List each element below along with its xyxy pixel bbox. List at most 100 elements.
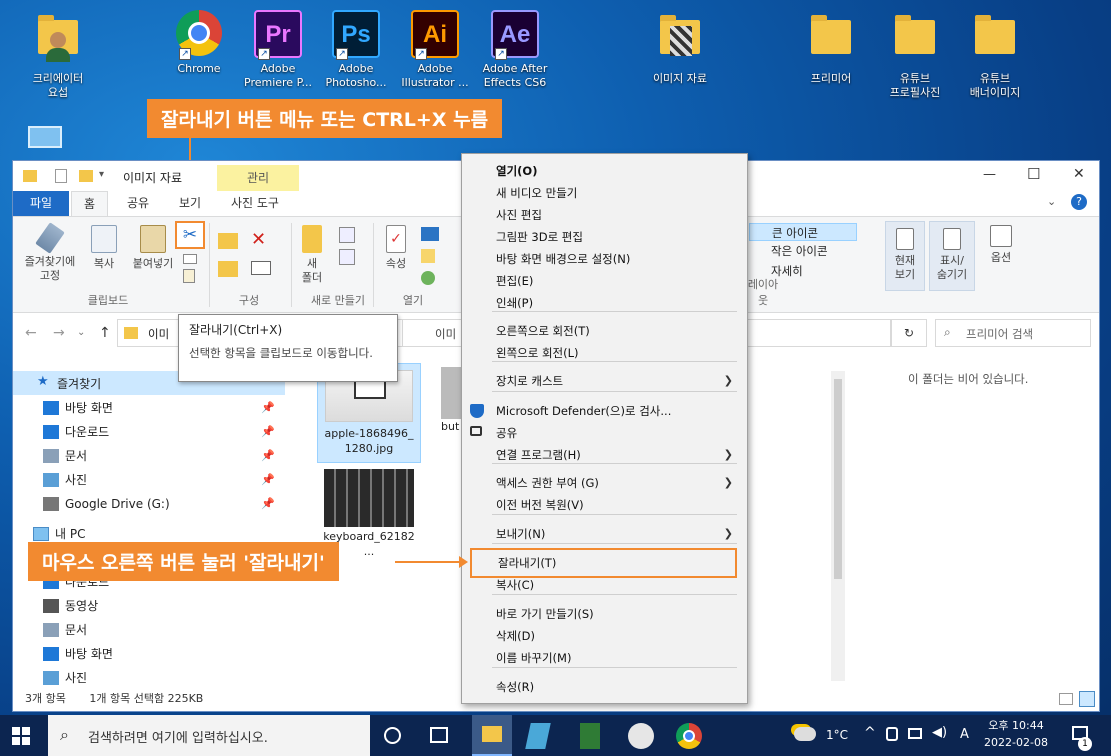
details-view-icon[interactable] [1059, 693, 1073, 705]
volume-icon[interactable]: ◀) [932, 725, 947, 740]
context-menu-item[interactable]: 인쇄(P) [496, 292, 733, 314]
context-menu-item[interactable]: 삭제(D) [496, 625, 733, 647]
weather-icon[interactable] [794, 727, 816, 741]
nav-item[interactable]: 사진 [43, 667, 283, 689]
context-menu-item[interactable]: 이전 버전 복원(V) [496, 494, 733, 516]
minimize-button[interactable]: — [983, 167, 996, 182]
desktop-icon-0[interactable]: 크리에이터 요섭 [18, 10, 98, 100]
nav-scrollbar[interactable] [277, 371, 285, 671]
pin-icon[interactable]: 📌 [261, 493, 275, 515]
pin-icon[interactable]: 📌 [261, 397, 275, 419]
nav-item[interactable]: 바탕 화면 [43, 643, 283, 665]
context-menu-item[interactable]: 왼쪽으로 회전(L) [496, 342, 733, 364]
nav-item[interactable]: 사진 📌 [43, 469, 283, 491]
context-menu-item[interactable]: 열기(O) [496, 160, 733, 182]
tab-home[interactable]: 홈 [71, 191, 109, 216]
context-menu-item[interactable]: 편집(E) [496, 270, 733, 292]
desktop-icon-6[interactable]: 이미지 자료 [640, 10, 720, 86]
desktop-icon-7[interactable]: 프리미어 [791, 10, 871, 86]
context-menu-item[interactable]: 바탕 화면 배경으로 설정(N) [496, 248, 733, 270]
start-button[interactable] [12, 727, 30, 745]
open-icon[interactable] [421, 227, 439, 241]
nav-item[interactable]: 문서 📌 [43, 445, 283, 467]
desktop-icon-4[interactable]: Ai ↗ Adobe Illustrator ... [395, 10, 475, 90]
new-folder-button[interactable]: 새 폴더 [295, 225, 329, 285]
large-icons-view-icon[interactable] [1079, 691, 1095, 707]
paint-taskbar-icon[interactable] [628, 723, 654, 749]
context-menu-item[interactable]: 새 비디오 만들기 [496, 182, 733, 204]
desktop-icon-2[interactable]: Pr ↗ Adobe Premiere P... [238, 10, 318, 90]
copy-path-icon[interactable] [183, 254, 197, 264]
search-box[interactable]: ⌕ 프리미어 검색 [935, 319, 1091, 347]
new-item-icon[interactable] [339, 227, 355, 243]
show-hide-button[interactable]: 표시/ 숨기기 [929, 221, 975, 291]
layout-small-icons[interactable]: 작은 아이콘 [749, 241, 857, 261]
monitor-icon[interactable] [908, 728, 922, 739]
context-menu-item[interactable]: 장치로 캐스트 ❯ [496, 370, 733, 392]
context-menu-item[interactable]: 사진 편집 [496, 204, 733, 226]
context-menu-item[interactable]: 그림판 3D로 편집 [496, 226, 733, 248]
paste-button[interactable]: 붙여넣기 [125, 225, 181, 271]
context-menu-item[interactable]: 이름 바꾸기(M) [496, 647, 733, 669]
pin-icon[interactable]: 📌 [261, 421, 275, 443]
quick-access-folder-icon[interactable] [79, 170, 93, 182]
options-button[interactable]: 옵션 [981, 225, 1021, 265]
desktop-icon-3[interactable]: Ps ↗ Adobe Photosho... [316, 10, 396, 90]
nav-item[interactable]: 바탕 화면 📌 [43, 397, 283, 419]
recent-dropdown[interactable]: ⌄ [77, 327, 85, 338]
this-pc-desktop-icon[interactable] [28, 126, 62, 152]
desktop-icon-5[interactable]: Ae ↗ Adobe After Effects CS6 [475, 10, 555, 90]
task-view-icon[interactable] [430, 727, 448, 743]
refresh-button[interactable]: ↻ [891, 319, 927, 347]
edit-icon[interactable] [421, 249, 435, 263]
clock[interactable]: 오후 10:44 2022-02-08 [976, 717, 1056, 751]
tab-file[interactable]: 파일 [13, 191, 69, 216]
calculator-taskbar-icon[interactable] [580, 723, 600, 749]
maximize-button[interactable]: ☐ [1027, 165, 1040, 183]
copy-button[interactable]: 복사 [85, 225, 123, 271]
tab-share[interactable]: 공유 [115, 191, 161, 216]
current-view-button[interactable]: 현재 보기 [885, 221, 925, 291]
pin-to-quick-access-button[interactable]: 즐겨찾기에 고정 [17, 222, 83, 283]
back-button[interactable]: ← [25, 325, 37, 341]
cut-button[interactable]: ✂ [175, 221, 205, 249]
context-menu-item[interactable]: 보내기(N) ❯ [496, 523, 733, 545]
context-menu-item[interactable]: 바로 가기 만들기(S) [496, 603, 733, 625]
help-icon[interactable]: ? [1071, 194, 1087, 210]
context-menu-item[interactable]: 연결 프로그램(H) ❯ [496, 444, 733, 466]
history-icon[interactable] [421, 271, 435, 285]
chrome-taskbar-icon[interactable] [676, 723, 702, 749]
forward-button[interactable]: → [53, 325, 65, 341]
notepad-taskbar-icon[interactable] [525, 723, 551, 749]
ime-indicator[interactable]: A [960, 727, 969, 742]
nav-item[interactable]: 동영상 [43, 595, 283, 617]
context-menu-item[interactable]: 복사(C) [496, 574, 733, 596]
tab-view[interactable]: 보기 [167, 191, 213, 216]
layout-large-icons[interactable]: 큰 아이콘 [749, 223, 857, 241]
desktop-icon-8[interactable]: 유튜브 프로필사진 [875, 10, 955, 100]
explorer-taskbar-button[interactable] [472, 715, 512, 756]
move-to-icon[interactable] [218, 233, 238, 249]
tab-picture-tools[interactable]: 사진 도구 [219, 191, 291, 216]
up-button[interactable]: ↑ [99, 325, 111, 341]
close-button[interactable]: ✕ [1073, 166, 1085, 182]
taskbar-search-box[interactable]: ⌕ 검색하려면 여기에 입력하십시오. [48, 715, 370, 756]
nav-item[interactable]: 다운로드 📌 [43, 421, 283, 443]
properties-button[interactable]: ✓ 속성 [379, 225, 413, 271]
context-menu-item[interactable]: 오른쪽으로 회전(T) [496, 320, 733, 342]
quick-access-properties-icon[interactable] [55, 169, 67, 183]
context-menu-item[interactable]: 공유 [470, 422, 733, 444]
paste-shortcut-icon[interactable] [183, 269, 195, 283]
easy-access-icon[interactable] [339, 249, 355, 265]
rename-icon[interactable] [251, 261, 271, 275]
qat-dropdown-icon[interactable]: ▾ [99, 169, 104, 180]
copy-to-icon[interactable] [218, 261, 238, 277]
pin-icon[interactable]: 📌 [261, 469, 275, 491]
desktop-icon-1[interactable]: ↗ Chrome [159, 10, 239, 76]
cortana-icon[interactable] [384, 727, 401, 744]
nav-item[interactable]: 문서 [43, 619, 283, 641]
ribbon-collapse-icon[interactable]: ⌄ [1047, 195, 1056, 208]
desktop-icon-9[interactable]: 유튜브 배너이미지 [955, 10, 1035, 100]
nav-item[interactable]: Google Drive (G:) 📌 [43, 493, 283, 515]
network-icon[interactable] [886, 727, 898, 741]
